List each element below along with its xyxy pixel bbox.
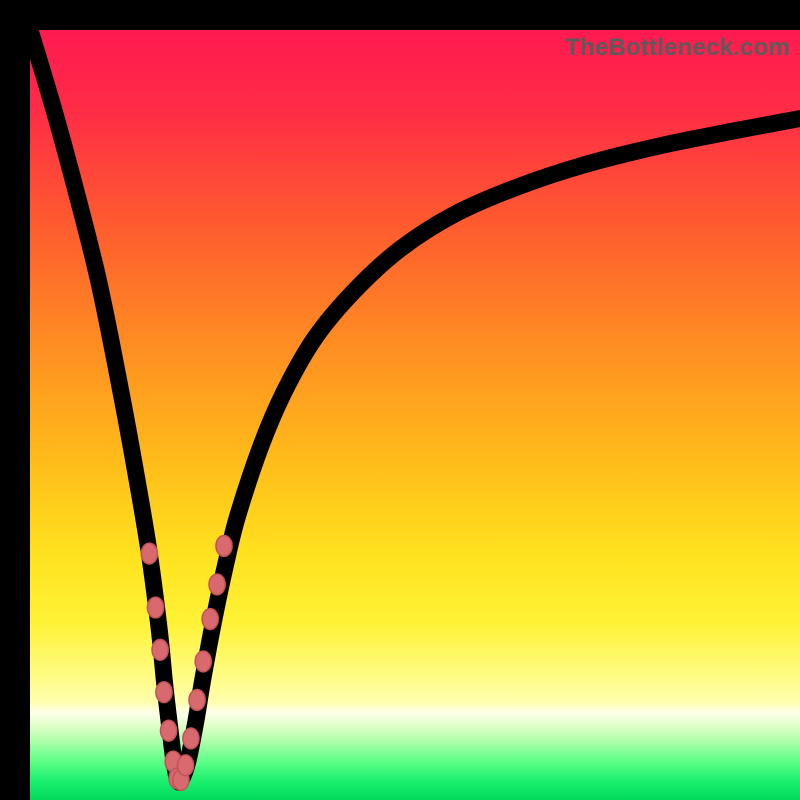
marker-dot	[152, 639, 168, 660]
marker-dot	[209, 574, 225, 595]
chart-frame: TheBottleneck.com	[0, 0, 800, 800]
marker-dot	[183, 728, 199, 749]
marker-dot	[216, 536, 232, 557]
marker-dot	[177, 755, 193, 776]
marker-dot	[195, 651, 211, 672]
marker-dot	[147, 597, 163, 618]
curve-layer	[30, 30, 800, 800]
marker-dot	[141, 543, 157, 564]
plot-area: TheBottleneck.com	[30, 30, 800, 800]
marker-dot	[202, 609, 218, 630]
marker-dot	[156, 682, 172, 703]
marker-dot	[189, 690, 205, 711]
bottleneck-curve	[30, 30, 800, 782]
marker-dot	[161, 720, 177, 741]
